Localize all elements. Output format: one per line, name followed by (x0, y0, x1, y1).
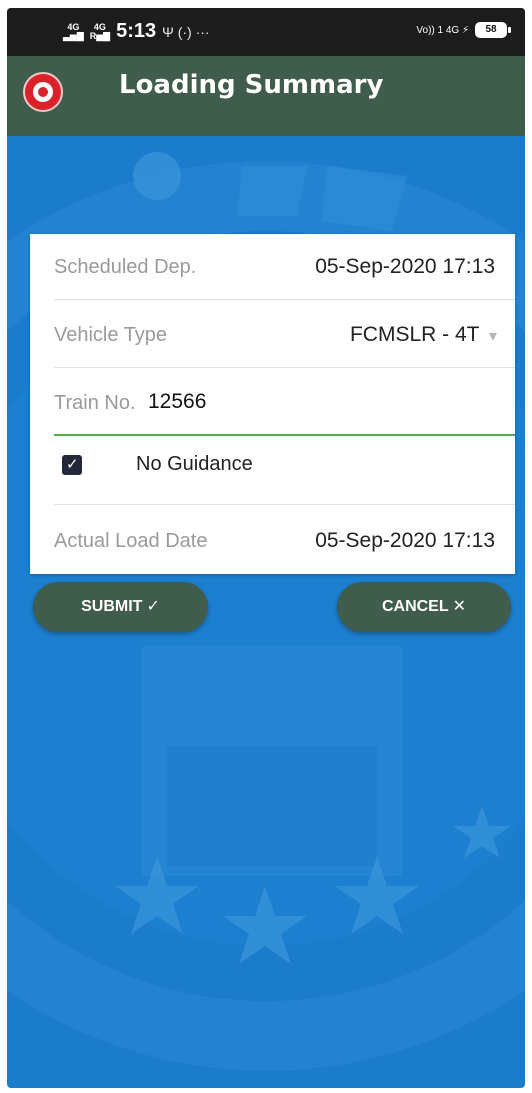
clock: 5:13 (116, 20, 157, 42)
no-guidance-label[interactable]: No Guidance (136, 453, 253, 476)
network-icons: Vo)) 1 4G ⚡ (416, 24, 469, 36)
checkmark-icon: ✓ (66, 456, 79, 473)
submit-button[interactable]: SUBMIT ✓ (33, 582, 208, 632)
app-screen: 4G ▃▅▇ 4G R▅▇ 5:13 Ψ (·) ··· Vo)) 1 4G ⚡… (7, 8, 525, 1088)
chevron-down-icon: ▾ (488, 328, 497, 345)
page-title: Loading Summary (119, 70, 384, 100)
status-left: 4G ▃▅▇ 4G R▅▇ 5:13 Ψ (·) ··· (63, 20, 210, 43)
train-no-label: Train No. (54, 392, 136, 414)
status-right: Vo)) 1 4G ⚡ 58 (416, 22, 511, 38)
input-focus-underline (54, 434, 515, 436)
actual-load-date-value[interactable]: 05-Sep-2020 17:13 (315, 529, 495, 553)
vehicle-type-select[interactable]: FCMSLR - 4T ▾ (350, 323, 497, 347)
train-no-input[interactable]: 12566 (148, 390, 328, 414)
scheduled-dep-value[interactable]: 05-Sep-2020 17:13 (315, 255, 495, 279)
status-bar: 4G ▃▅▇ 4G R▅▇ 5:13 Ψ (·) ··· Vo)) 1 4G ⚡… (7, 8, 525, 56)
check-icon: ✓ (146, 598, 160, 615)
submit-label: SUBMIT (81, 598, 143, 615)
battery-icon: 58 (475, 22, 511, 38)
cancel-label: CANCEL (381, 598, 449, 615)
scheduled-dep-label: Scheduled Dep. (54, 256, 197, 278)
vehicle-type-label: Vehicle Type (54, 324, 168, 346)
cancel-button[interactable]: CANCEL ✕ (337, 582, 511, 632)
notification-icons: Ψ (·) ··· (162, 23, 210, 40)
app-bar: Loading Summary (7, 56, 525, 136)
scheduled-dep-row: Scheduled Dep. 05-Sep-2020 17:13 (30, 234, 515, 300)
actual-load-date-label: Actual Load Date (54, 530, 208, 552)
vehicle-type-value: FCMSLR - 4T (349, 323, 480, 346)
close-icon: ✕ (452, 598, 467, 615)
divider (54, 367, 515, 368)
divider (54, 504, 515, 505)
signal-2-icon: 4G R▅▇ (89, 21, 111, 41)
train-no-row: Train No. 12566 (30, 370, 515, 436)
no-guidance-checkbox[interactable]: ✓ (62, 455, 82, 475)
loading-summary-form: Scheduled Dep. 05-Sep-2020 17:13 Vehicle… (30, 234, 515, 574)
signal-1-icon: 4G ▃▅▇ (63, 21, 84, 41)
indian-railways-logo-icon (23, 72, 63, 112)
divider (54, 299, 515, 300)
vehicle-type-row[interactable]: Vehicle Type FCMSLR - 4T ▾ (30, 302, 515, 368)
actual-load-date-row: Actual Load Date 05-Sep-2020 17:13 (30, 508, 515, 574)
